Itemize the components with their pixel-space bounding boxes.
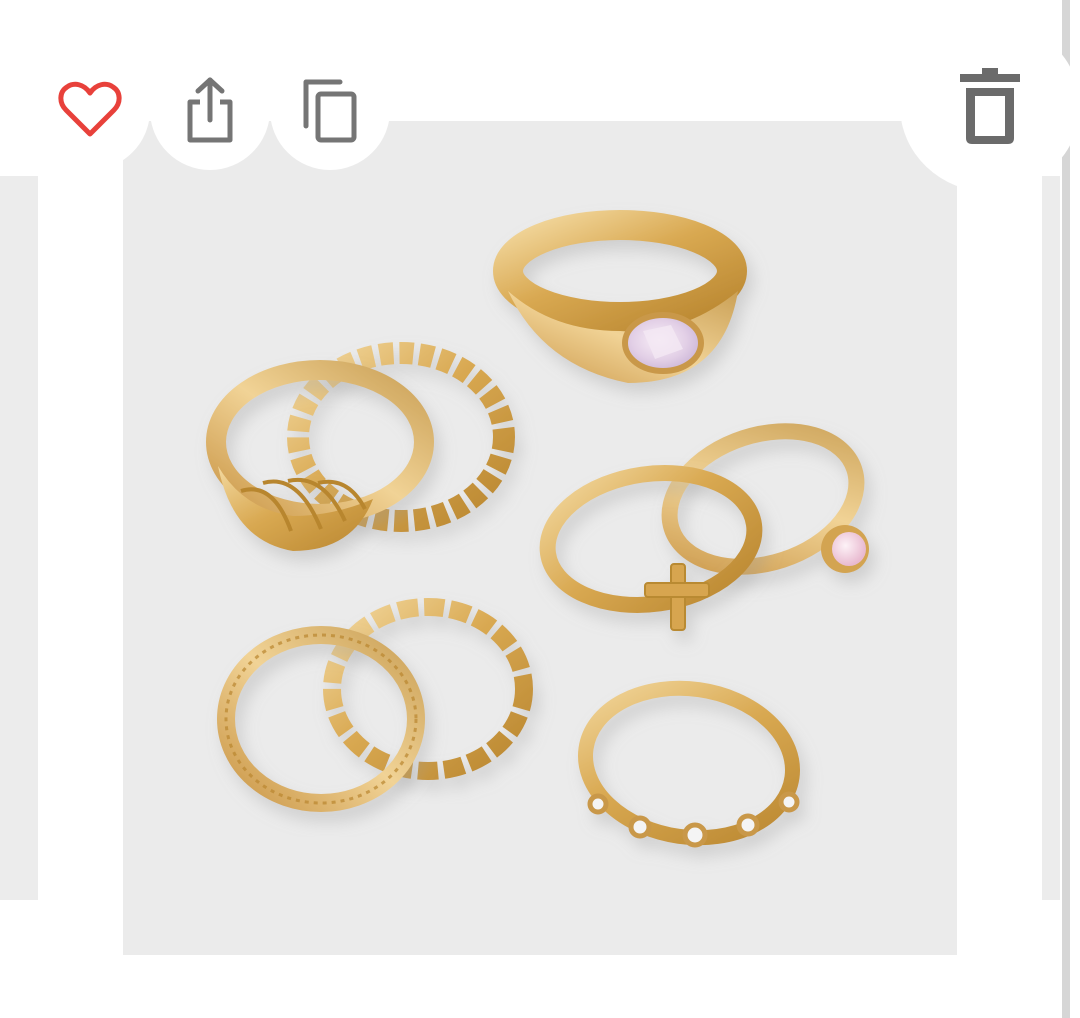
trash-icon bbox=[960, 68, 1020, 144]
next-image-peek[interactable] bbox=[1042, 176, 1060, 900]
delete-button[interactable] bbox=[900, 20, 1080, 192]
signet-ring bbox=[493, 210, 747, 383]
share-icon bbox=[187, 77, 233, 143]
copy-button[interactable] bbox=[270, 50, 390, 170]
cross-ring bbox=[539, 465, 763, 631]
rings-photo bbox=[206, 210, 869, 848]
previous-image-peek[interactable] bbox=[0, 176, 38, 900]
heart-outline-icon bbox=[58, 81, 122, 137]
share-button[interactable] bbox=[150, 50, 270, 170]
copy-icon bbox=[303, 79, 357, 143]
favorite-button[interactable] bbox=[30, 50, 150, 170]
braided-band-ring bbox=[323, 598, 533, 780]
crystal-band-ring bbox=[577, 680, 801, 848]
pink-stone-ring bbox=[661, 423, 869, 575]
textured-band-ring bbox=[217, 626, 425, 812]
product-photo bbox=[123, 121, 957, 955]
product-image-viewer bbox=[0, 0, 1080, 1018]
